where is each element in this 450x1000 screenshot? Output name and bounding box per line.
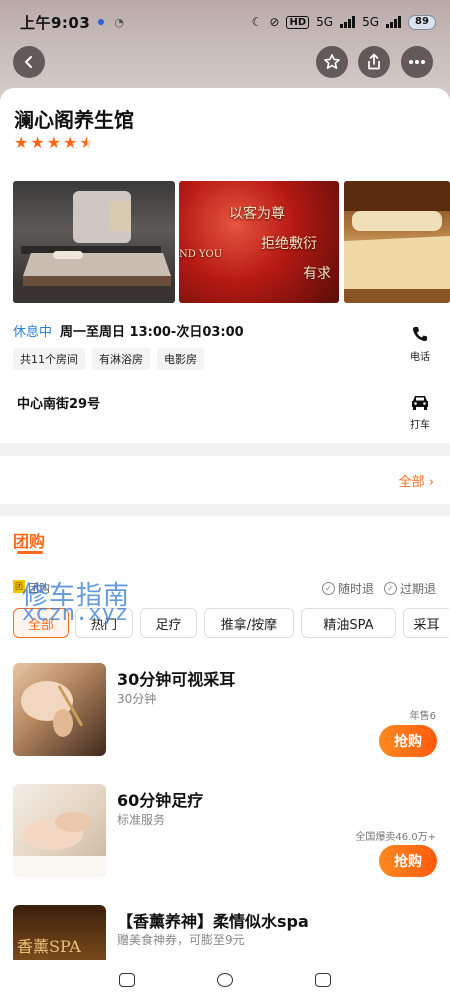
status-time: 上午9:03 xyxy=(20,13,91,32)
section-divider xyxy=(0,504,450,516)
section-divider xyxy=(0,443,450,456)
photo-room-2[interactable] xyxy=(344,181,450,303)
deal-thumbnail-spa: 香薰SPA xyxy=(13,905,106,960)
massage-room-image xyxy=(13,191,175,303)
share-icon xyxy=(368,53,380,70)
half-star-icon: ★ xyxy=(79,133,94,152)
tag-movie: 电影房 xyxy=(157,348,204,370)
status-bar: 上午9:03 ◔ ☾ ⊘ HD 5G 5G 89 xyxy=(0,0,450,44)
star-icon: ★ xyxy=(63,133,78,152)
moon-icon: ☾ xyxy=(251,15,263,29)
app-notification-icon: ◔ xyxy=(114,15,124,29)
more-dots-icon xyxy=(409,60,425,64)
guarantee-label: 随时退 xyxy=(338,582,375,596)
tuangou-tab[interactable]: 团购 xyxy=(13,528,45,552)
photo-text-3: 有求 xyxy=(303,266,331,282)
check-circle-icon: ✓ xyxy=(322,582,335,595)
deal-title: 30分钟可视采耳 xyxy=(117,670,236,689)
shop-address[interactable]: 中心南街29号 xyxy=(17,393,100,412)
deal-sales: 全国爆卖46.0万+ xyxy=(355,832,436,843)
star-outline-icon xyxy=(324,54,340,69)
buy-button[interactable]: 抢购 xyxy=(379,845,437,877)
shop-photos[interactable]: 以客为尊 拒绝敷衍 有求 ND YOU xyxy=(13,181,450,303)
guarantee-anytime-refund: ✓ 随时退 xyxy=(322,580,374,597)
tag-shower: 有淋浴房 xyxy=(92,348,150,370)
business-hours: 休息中 周一至周日 13:00-次日03:00 xyxy=(13,321,244,340)
back-button[interactable] xyxy=(13,46,45,78)
favorite-button[interactable] xyxy=(316,46,348,78)
facility-tags: 共11个房间 有淋浴房 电影房 xyxy=(13,348,204,370)
hd-badge: HD xyxy=(286,15,310,29)
star-icon: ★ xyxy=(14,133,29,152)
phone-icon xyxy=(413,327,427,341)
battery-icon: 89 xyxy=(408,14,436,30)
photo-text-2: 拒绝敷衍 xyxy=(261,236,317,252)
network-label-2: 5G xyxy=(362,15,379,29)
star-icon: ★ xyxy=(46,133,62,152)
spa-thumb-text: 香薰SPA xyxy=(17,937,81,956)
deal-sales: 年售6 xyxy=(409,711,436,722)
check-circle-icon: ✓ xyxy=(384,582,397,595)
share-button[interactable] xyxy=(358,46,390,78)
deal-subtitle: 30分钟 xyxy=(117,692,157,706)
shop-name: 澜心阁养生馆 xyxy=(14,108,134,132)
more-button[interactable] xyxy=(401,46,433,78)
hours-text: 周一至周日 13:00-次日03:00 xyxy=(60,325,244,340)
tag-rooms: 共11个房间 xyxy=(13,348,85,370)
deal-thumbnail-ear xyxy=(13,663,106,756)
category-foot[interactable]: 足疗 xyxy=(140,608,197,638)
deal-thumbnail-foot xyxy=(13,784,106,877)
guarantee-label: 过期退 xyxy=(400,582,437,596)
photo-slogan[interactable]: 以客为尊 拒绝敷衍 有求 ND YOU xyxy=(179,181,339,303)
deal-title: 【香薰养神】柔情似水spa xyxy=(117,912,309,931)
photo-room-1[interactable] xyxy=(13,181,175,303)
open-status: 休息中 xyxy=(13,325,53,340)
watermark-url: xczn.xyz xyxy=(22,601,128,626)
category-oil-spa[interactable]: 精油SPA xyxy=(301,608,396,638)
category-massage[interactable]: 推拿/按摩 xyxy=(204,608,294,638)
car-icon xyxy=(412,396,428,410)
bottom-nav xyxy=(0,960,450,1000)
deal-subtitle: 标准服务 xyxy=(117,813,166,827)
home-icon[interactable] xyxy=(119,973,135,987)
buy-button[interactable]: 抢购 xyxy=(379,725,437,757)
taxi-button[interactable]: 打车 xyxy=(400,393,440,431)
rating-stars: ★ ★ ★ ★ ★ xyxy=(14,135,94,151)
network-label-1: 5G xyxy=(316,15,334,29)
deal-subtitle: 赠美食神券，可膨至9元 xyxy=(117,933,245,947)
back-arrow-icon xyxy=(25,56,32,68)
foot-massage-image xyxy=(13,812,106,877)
ear-cleaning-image xyxy=(21,681,84,737)
phone-button[interactable]: 电话 xyxy=(400,325,440,363)
photo-text-4: ND YOU xyxy=(179,249,223,260)
notification-dot-icon xyxy=(98,19,105,25)
deal-item[interactable]: 60分钟足疗 标准服务 全国爆卖46.0万+ 抢购 xyxy=(0,784,450,884)
photo-text-1: 以客为尊 xyxy=(229,206,285,222)
status-right: ☾ ⊘ HD 5G 5G 89 xyxy=(251,14,436,30)
deal-item[interactable]: 30分钟可视采耳 30分钟 年售6 抢购 xyxy=(0,663,450,763)
tab-underline xyxy=(17,551,43,554)
bed-room-image xyxy=(344,181,450,303)
signal-icon xyxy=(340,16,356,28)
phone-label: 电话 xyxy=(410,352,430,363)
deal-item[interactable]: 香薰SPA 【香薰养神】柔情似水spa 赠美食神券，可膨至9元 xyxy=(0,905,450,960)
deal-title: 60分钟足疗 xyxy=(117,791,204,810)
taxi-label: 打车 xyxy=(410,420,430,431)
app-icon[interactable] xyxy=(315,973,331,987)
view-all-link[interactable]: 全部 › xyxy=(399,471,434,490)
guarantee-expired-refund: ✓ 过期退 xyxy=(384,580,436,597)
signal-icon-2 xyxy=(386,16,401,28)
category-ear[interactable]: 采耳 xyxy=(403,608,449,638)
star-icon: ★ xyxy=(30,133,45,152)
mute-icon: ⊘ xyxy=(269,15,280,29)
face-icon[interactable] xyxy=(217,973,233,987)
